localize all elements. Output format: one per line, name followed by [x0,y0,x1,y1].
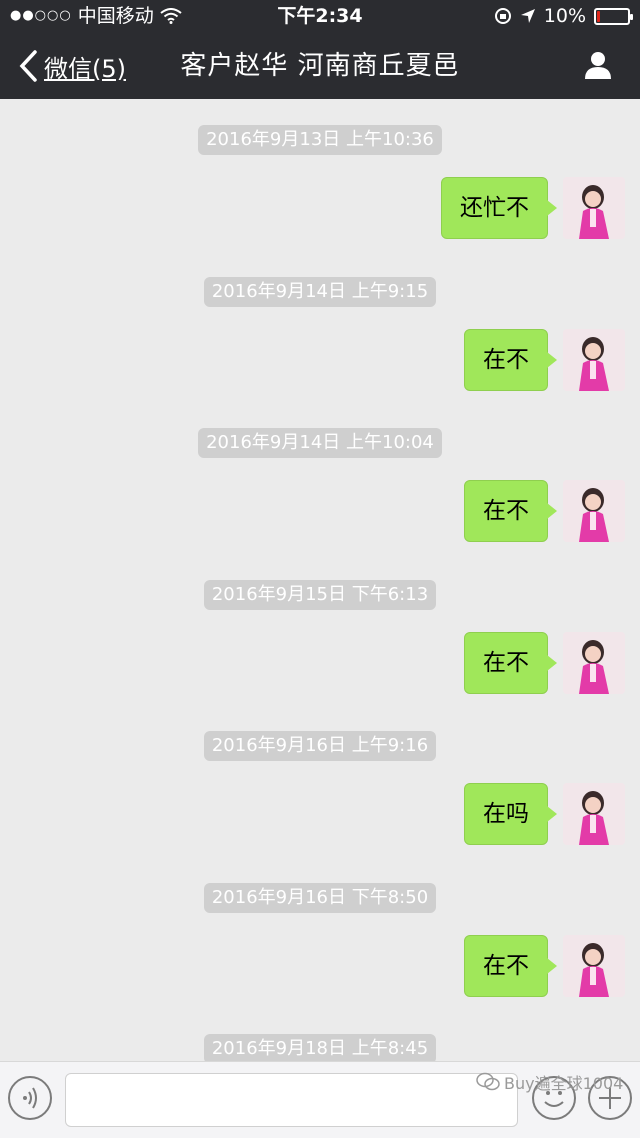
chevron-left-icon [19,50,37,82]
timestamp: 2016年9月14日 上午10:04 [0,428,640,458]
wechat-logo-icon [476,1072,500,1091]
message-row: 在不 [0,329,640,391]
back-button[interactable]: 微信(5) [18,48,126,84]
chat-title: 客户赵华 河南商丘夏邑 [180,51,460,81]
timestamp: 2016年9月16日 上午9:16 [0,731,640,761]
timestamp: 2016年9月15日 下午6:13 [0,580,640,610]
rotation-lock-icon [494,8,511,24]
timestamp: 2016年9月18日 上午8:45 [0,1034,640,1061]
battery-level [597,10,600,22]
top-bar: ●●○○○ 中国移动 下午2:34 10% 微信(5) 客户赵华 河南商丘夏邑 [0,0,640,99]
message-list[interactable]: 2016年9月13日 上午10:36 还忙不 2016年9月14日 上午9:15… [0,99,640,1061]
message-row: 在不 [0,480,640,542]
message-input[interactable] [65,1073,518,1127]
message-bubble[interactable]: 在吗 [464,783,557,845]
battery-icon [594,7,633,25]
status-right: 10% [494,0,633,32]
profile-icon[interactable] [582,49,614,81]
timestamp: 2016年9月13日 上午10:36 [0,125,640,155]
timestamp: 2016年9月14日 上午9:15 [0,277,640,307]
battery-percent: 10% [543,5,586,27]
status-bar: ●●○○○ 中国移动 下午2:34 10% [0,0,640,32]
watermark: Buy遍全球1004 [476,1069,636,1095]
voice-icon [23,1087,37,1109]
message-row: 在不 [0,632,640,694]
avatar[interactable] [563,935,625,997]
message-bubble[interactable]: 还忙不 [441,177,557,239]
message-bubble[interactable]: 在不 [464,480,557,542]
message-bubble[interactable]: 在不 [464,632,557,694]
message-bubble[interactable]: 在不 [464,329,557,391]
location-arrow-icon [520,9,535,23]
message-row: 在吗 [0,783,640,845]
avatar[interactable] [563,783,625,845]
message-bubble[interactable]: 在不 [464,935,557,997]
nav-bar: 微信(5) 客户赵华 河南商丘夏邑 [0,32,640,99]
avatar[interactable] [563,329,625,391]
message-row: 在不 [0,935,640,997]
message-row: 还忙不 [0,177,640,239]
watermark-text: Buy遍全球1004 [504,1074,624,1093]
avatar[interactable] [563,632,625,694]
back-label: 微信(5) [44,54,126,83]
avatar[interactable] [563,480,625,542]
voice-button[interactable] [8,1076,52,1120]
timestamp: 2016年9月16日 下午8:50 [0,883,640,913]
avatar[interactable] [563,177,625,239]
